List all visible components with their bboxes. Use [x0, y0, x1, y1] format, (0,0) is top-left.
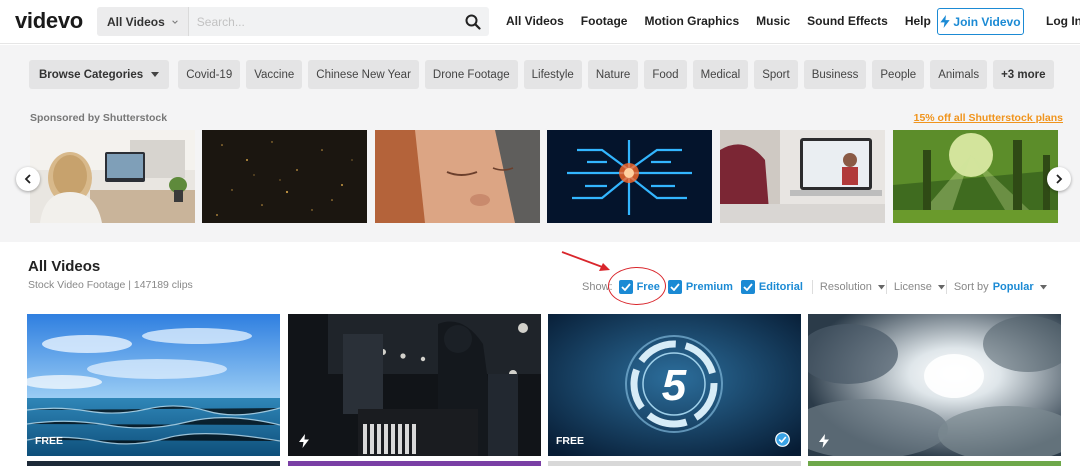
man-laptop-call-image: [720, 130, 885, 223]
sort-label: Sort by: [953, 281, 989, 293]
countdown-five-thumbnail: 5: [548, 314, 801, 456]
checkbox-checked-icon: [667, 280, 682, 294]
checkbox-checked-icon: [740, 280, 755, 294]
caret-down-icon: [1039, 284, 1047, 289]
sponsored-thumbnail[interactable]: [547, 130, 712, 223]
section-title: All Videos: [28, 258, 101, 275]
piano-night-thumbnail: [288, 314, 541, 456]
nav-motion-graphics[interactable]: Motion Graphics: [644, 14, 739, 28]
carousel-prev-button[interactable]: [16, 167, 40, 191]
category-chips: Browse Categories Covid-19 Vaccine Chine…: [29, 60, 1054, 89]
chevron-left-icon: [24, 174, 31, 184]
free-badge: FREE: [35, 435, 64, 447]
divider: [885, 280, 887, 294]
video-card-next-row[interactable]: [808, 461, 1061, 466]
join-button[interactable]: Join Videvo: [937, 8, 1024, 35]
red-annotation-circle: [608, 267, 666, 305]
carousel-next-button[interactable]: [1047, 167, 1071, 191]
category-chip[interactable]: Vaccine: [246, 60, 303, 89]
caret-down-icon: [877, 284, 885, 289]
main-nav: All Videos Footage Motion Graphics Music…: [506, 14, 948, 28]
category-chip[interactable]: Business: [803, 60, 867, 89]
video-card-next-row[interactable]: [548, 461, 801, 466]
login-link[interactable]: Log In: [1046, 14, 1080, 28]
woman-video-call-image: [30, 130, 195, 223]
category-chip[interactable]: Food: [644, 60, 687, 89]
filter-editorial-checkbox[interactable]: Editorial: [740, 280, 803, 294]
sun-clouds-thumbnail: [808, 314, 1061, 456]
chevron-right-icon: [1056, 174, 1063, 184]
filter-editorial-label: Editorial: [758, 281, 803, 293]
category-chip[interactable]: Animals: [930, 60, 988, 89]
browse-categories-label: Browse Categories: [39, 68, 144, 81]
svg-text:5: 5: [662, 361, 687, 410]
search-scope-label: All Videos: [107, 14, 165, 29]
resolution-dropdown[interactable]: Resolution: [820, 281, 885, 293]
section-subtitle: Stock Video Footage | 147189 clips: [28, 279, 193, 291]
category-and-sponsored-panel: Browse Categories Covid-19 Vaccine Chine…: [0, 45, 1080, 242]
nav-footage[interactable]: Footage: [581, 14, 628, 28]
filter-premium-checkbox[interactable]: Premium: [667, 280, 733, 294]
filter-premium-label: Premium: [685, 281, 733, 293]
category-chip[interactable]: Sport: [754, 60, 798, 89]
category-chip[interactable]: Lifestyle: [523, 60, 582, 89]
shutterstock-promo-link[interactable]: 15% off all Shutterstock plans: [914, 112, 1063, 124]
category-chip[interactable]: People: [872, 60, 925, 89]
video-card[interactable]: 5 FREE: [548, 314, 801, 456]
category-chip[interactable]: Covid-19: [178, 60, 241, 89]
category-chip[interactable]: Medical: [692, 60, 749, 89]
ocean-waves-thumbnail: [27, 314, 280, 456]
video-card-next-row[interactable]: [27, 461, 280, 466]
more-categories-button[interactable]: +3 more: [993, 60, 1054, 89]
nav-all-videos[interactable]: All Videos: [506, 14, 564, 28]
blue-circuit-glow-image: [547, 130, 712, 223]
top-navigation-bar: videvo All Videos All Videos Footage Mot…: [0, 0, 1080, 44]
chevron-down-icon: [172, 19, 178, 24]
video-card-next-row[interactable]: [288, 461, 541, 466]
search-input[interactable]: [188, 7, 465, 36]
free-badge: FREE: [556, 435, 585, 447]
sponsored-thumbnail[interactable]: [893, 130, 1058, 223]
caret-down-icon: [151, 71, 160, 77]
license-label: License: [893, 281, 932, 293]
sponsored-thumbnail[interactable]: [30, 130, 195, 223]
dark-particles-image: [202, 130, 367, 223]
browse-categories-dropdown[interactable]: Browse Categories: [29, 60, 170, 89]
license-dropdown[interactable]: License: [894, 281, 945, 293]
bolt-icon: [299, 434, 309, 448]
video-card[interactable]: [288, 314, 541, 456]
search-icon[interactable]: [465, 14, 481, 30]
category-chip[interactable]: Drone Footage: [424, 60, 518, 89]
check-circle-icon: [775, 432, 790, 447]
sponsored-carousel: [30, 130, 1060, 223]
sunlit-forest-image: [893, 130, 1058, 223]
bolt-icon: [819, 434, 829, 448]
video-card[interactable]: FREE: [27, 314, 280, 456]
search-scope-dropdown[interactable]: All Videos: [97, 7, 189, 36]
nav-sound-effects[interactable]: Sound Effects: [807, 14, 888, 28]
nav-music[interactable]: Music: [756, 14, 790, 28]
woman-eyes-closed-image: [375, 130, 540, 223]
search-bar: All Videos: [97, 7, 489, 36]
videvo-logo[interactable]: videvo: [15, 8, 83, 34]
video-card[interactable]: [808, 314, 1061, 456]
red-annotation-arrow-icon: [561, 251, 610, 271]
category-chip[interactable]: Nature: [587, 60, 639, 89]
sponsored-thumbnail[interactable]: [375, 130, 540, 223]
divider: [945, 280, 947, 294]
sponsored-thumbnail[interactable]: [202, 130, 367, 223]
category-chip[interactable]: Chinese New Year: [308, 60, 419, 89]
sponsored-thumbnail[interactable]: [720, 130, 885, 223]
divider: [811, 280, 813, 294]
sort-dropdown[interactable]: Sort by Popular: [954, 281, 1047, 293]
resolution-label: Resolution: [819, 281, 872, 293]
bolt-icon: [940, 15, 951, 28]
nav-help[interactable]: Help: [905, 14, 931, 28]
sponsored-label: Sponsored by Shutterstock: [30, 112, 168, 124]
caret-down-icon: [937, 284, 945, 289]
sort-value: Popular: [992, 281, 1034, 293]
join-button-label: Join Videvo: [953, 14, 1021, 29]
